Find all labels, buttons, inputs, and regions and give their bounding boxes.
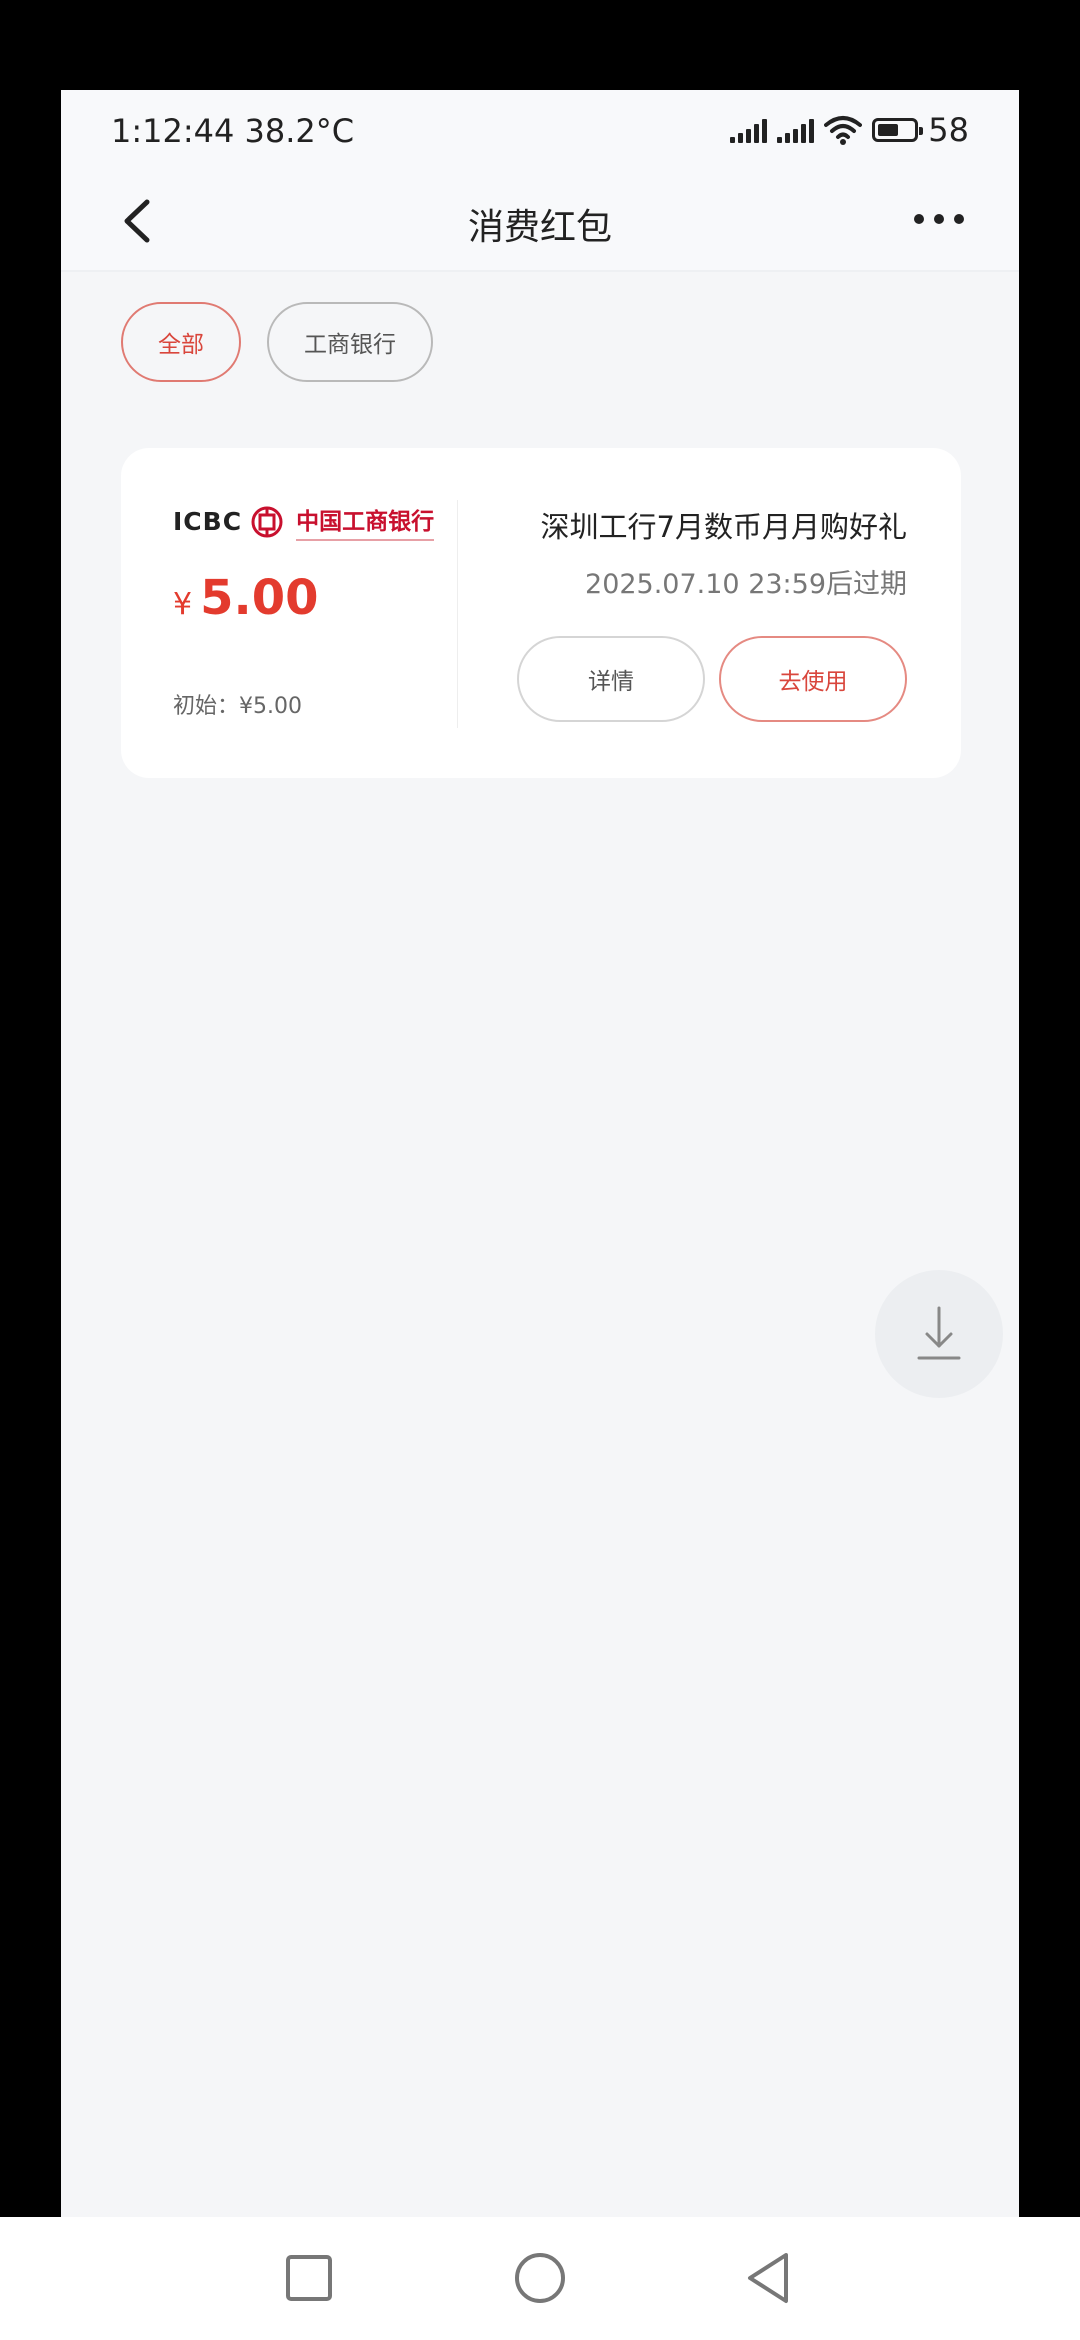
card-divider: [457, 500, 458, 728]
header-divider: [61, 270, 1019, 272]
filter-chip-all[interactable]: 全部: [121, 302, 241, 382]
filter-chips: 全部 工商银行: [121, 302, 433, 382]
status-bar: 1:12:44 38.2°C 58: [61, 90, 1019, 170]
download-icon: [917, 1306, 961, 1360]
app-screen: 1:12:44 38.2°C 58 消费红包 全部 工商银行 ICBC 中国工商…: [61, 90, 1019, 2217]
bank-logo-en: ICBC: [173, 507, 243, 536]
cellular-signal-icon-2: [777, 117, 815, 143]
filter-chip-icbc[interactable]: 工商银行: [267, 302, 433, 382]
battery-icon: [872, 118, 924, 142]
back-nav-icon[interactable]: [736, 2245, 802, 2311]
app-header: 消费红包: [61, 170, 1019, 270]
detail-button[interactable]: 详情: [517, 636, 705, 722]
status-time: 1:12:44 38.2°C: [111, 112, 355, 150]
wifi-icon: [824, 116, 863, 145]
recent-apps-icon[interactable]: [276, 2245, 342, 2311]
home-icon[interactable]: [507, 2245, 573, 2311]
use-button[interactable]: 去使用: [719, 636, 907, 722]
icbc-emblem-icon: [251, 506, 283, 537]
coupon-amount: ¥ 5.00: [173, 570, 319, 626]
coupon-title: 深圳工行7月数币月月购好礼: [540, 510, 907, 544]
battery-level: 58: [928, 111, 969, 149]
download-button[interactable]: [875, 1270, 1003, 1398]
page-title: 消费红包: [467, 207, 612, 248]
more-options-icon[interactable]: [909, 204, 969, 234]
status-icons: 58: [730, 110, 969, 150]
coupon-card[interactable]: ICBC 中国工商银行 ¥ 5.00 初始：¥5.00 深圳工行7月数币月月购好…: [121, 448, 961, 778]
bank-logo: ICBC 中国工商银行: [173, 502, 435, 541]
system-nav-bar: [0, 2217, 1080, 2340]
amount-value: 5.00: [200, 570, 319, 626]
cellular-signal-icon: [730, 117, 768, 143]
bank-logo-cn: 中国工商银行: [296, 502, 435, 541]
initial-amount: 初始：¥5.00: [173, 694, 302, 719]
currency-symbol: ¥: [173, 587, 193, 622]
coupon-expiry: 2025.07.10 23:59后过期: [585, 569, 907, 600]
